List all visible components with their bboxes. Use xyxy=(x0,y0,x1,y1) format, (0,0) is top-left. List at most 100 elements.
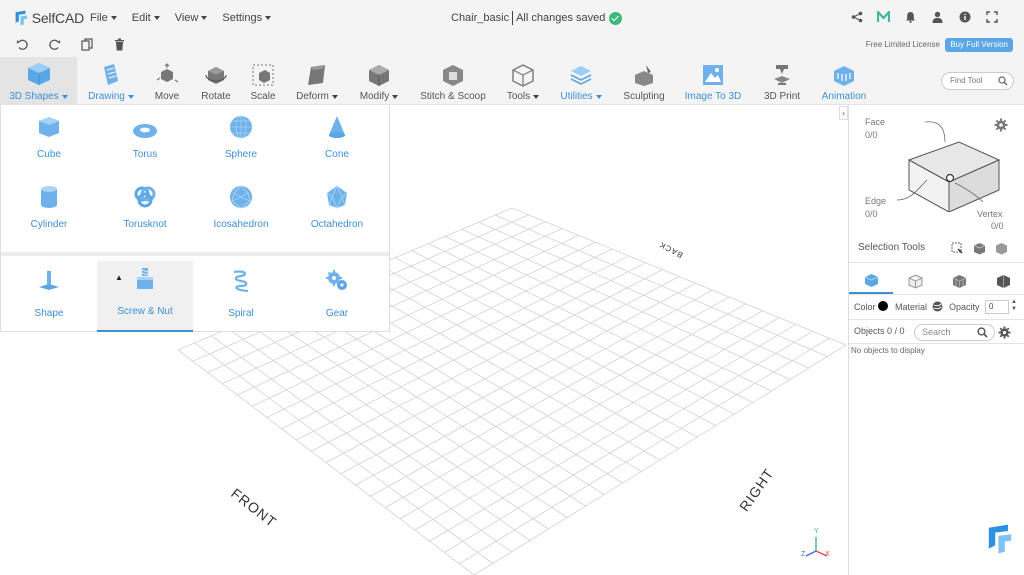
stitch-icon xyxy=(443,65,463,86)
menu-bar: SelfCAD File Edit View Settings Chair_ba… xyxy=(0,0,1024,35)
grid-line xyxy=(495,214,828,357)
search-icon[interactable] xyxy=(977,327,988,338)
spiral-icon xyxy=(233,270,249,293)
user-icon[interactable] xyxy=(931,10,944,23)
icosahedron-icon xyxy=(230,185,252,209)
shape-cone[interactable]: Cone xyxy=(289,111,385,160)
shape-cube[interactable]: Cube xyxy=(1,111,97,160)
menu-view[interactable]: View xyxy=(175,12,208,24)
objects-settings-gear-icon[interactable] xyxy=(998,326,1011,339)
mesh-cube-icon xyxy=(952,274,966,288)
divider xyxy=(849,319,1024,320)
tool-animation[interactable]: Animation xyxy=(818,57,870,105)
shape-custom-shape[interactable]: Shape xyxy=(1,265,97,332)
shape-octahedron[interactable]: Octahedron xyxy=(289,181,385,230)
check-icon xyxy=(609,11,623,25)
select-cube-icon[interactable] xyxy=(973,242,986,255)
shape-sphere[interactable]: Sphere xyxy=(193,111,289,160)
shape-cylinder[interactable]: Cylinder xyxy=(1,181,97,230)
shape-spiral[interactable]: Spiral xyxy=(193,265,289,332)
selfcad-logo-icon xyxy=(15,10,28,25)
octahedron-icon xyxy=(326,185,348,209)
tool-scale[interactable]: Scale xyxy=(244,57,282,105)
chevron-down-icon xyxy=(595,94,602,99)
shape-label: Cube xyxy=(37,149,61,160)
tool-modify[interactable]: Modify xyxy=(355,57,403,105)
select-solid-icon[interactable] xyxy=(995,242,1008,255)
collapse-panel-button[interactable]: › xyxy=(839,106,848,120)
tool-3d-shapes[interactable]: 3D Shapes xyxy=(0,57,77,105)
shape-torus[interactable]: Torus xyxy=(97,111,193,160)
tab-object-mode[interactable] xyxy=(849,268,893,294)
menu-file[interactable]: File xyxy=(90,12,117,24)
share-icon[interactable] xyxy=(850,10,863,23)
opacity-input[interactable]: 0 xyxy=(985,300,1009,314)
selfcad-watermark-icon xyxy=(988,524,1012,554)
myminifactory-icon[interactable] xyxy=(877,10,890,23)
info-icon[interactable] xyxy=(958,10,971,23)
copy-icon[interactable] xyxy=(81,38,95,52)
tool-deform[interactable]: Deform xyxy=(292,57,342,105)
menu-edit[interactable]: Edit xyxy=(132,12,160,24)
tab-mesh-mode[interactable] xyxy=(937,268,981,294)
save-status: All changes saved xyxy=(516,12,606,24)
trash-icon[interactable] xyxy=(114,38,128,52)
app-name: SelfCAD xyxy=(31,9,84,26)
grid-line xyxy=(444,330,813,553)
shapes-dropdown: Cube Torus Sphere Cone Cylinder Toruskno… xyxy=(0,105,390,332)
shape-screw-nut[interactable]: ▲ Screw & Nut xyxy=(97,261,193,332)
material-icon[interactable] xyxy=(932,301,943,312)
shape-icosahedron[interactable]: Icosahedron xyxy=(193,181,289,230)
tab-solid-mode[interactable] xyxy=(981,268,1024,294)
redo-icon[interactable] xyxy=(48,38,62,52)
undo-icon[interactable] xyxy=(16,38,30,52)
scale-icon xyxy=(252,64,274,86)
tool-utilities[interactable]: Utilities xyxy=(557,57,605,105)
tool-rotate[interactable]: Rotate xyxy=(196,57,236,105)
project-name[interactable]: Chair_basic xyxy=(451,12,509,24)
tool-move-label: Move xyxy=(154,91,180,102)
buy-full-version-button[interactable]: Buy Full Version xyxy=(945,38,1013,52)
tab-wireframe-mode[interactable] xyxy=(893,268,937,294)
tool-stitch-scoop[interactable]: Stitch & Scoop xyxy=(418,57,488,105)
tool-tools[interactable]: Tools xyxy=(503,57,543,105)
fullscreen-icon[interactable] xyxy=(985,10,998,23)
tool-3d-print[interactable]: 3D Print xyxy=(760,57,804,105)
image-icon xyxy=(703,65,723,85)
chevron-down-icon xyxy=(392,94,399,99)
color-label: Color xyxy=(854,302,876,312)
divider xyxy=(849,343,1024,344)
shape-label: Torus xyxy=(132,149,158,160)
tool-sculpting[interactable]: Sculpting xyxy=(620,57,668,105)
bell-icon[interactable] xyxy=(904,10,917,23)
tool-move[interactable]: Move xyxy=(147,57,187,105)
right-panel: Face 0/0 Edge 0/0 Vertex 0/0 Selection T… xyxy=(848,105,1024,575)
app-logo[interactable]: SelfCAD xyxy=(14,8,84,28)
grid-line xyxy=(473,344,847,575)
shape-gear[interactable]: Gear xyxy=(289,265,385,332)
color-swatch[interactable] xyxy=(878,301,888,311)
shape-label: Icosahedron xyxy=(213,219,269,230)
chevron-down-icon xyxy=(127,94,134,99)
menu-file-label: File xyxy=(90,11,108,24)
modify-icon xyxy=(369,65,389,86)
tools-icon xyxy=(512,64,534,87)
cylinder-icon xyxy=(41,186,57,208)
find-tool-input[interactable]: Find Tool xyxy=(941,72,1014,90)
selection-cube-icon[interactable] xyxy=(889,120,1004,212)
tool-rotate-label: Rotate xyxy=(201,91,231,102)
project-status: Chair_basic All changes saved xyxy=(451,11,623,25)
tool-image-to-3d[interactable]: Image To 3D xyxy=(682,57,744,105)
search-placeholder: Search xyxy=(922,327,951,337)
shape-torusknot[interactable]: Torusknot xyxy=(97,181,193,230)
tool-drawing[interactable]: Drawing xyxy=(84,57,138,105)
tool-utilities-label: Utilities xyxy=(560,91,593,102)
shape-label: Shape xyxy=(34,308,64,319)
box-select-icon[interactable] xyxy=(951,242,963,254)
tool-image-to-3d-label: Image To 3D xyxy=(684,91,742,102)
opacity-stepper-icon[interactable]: ▲ ▼ xyxy=(1011,299,1017,313)
shape-icon xyxy=(39,271,59,290)
menu-settings[interactable]: Settings xyxy=(222,12,272,24)
shape-label: Gear xyxy=(325,308,349,319)
empty-objects-text: No objects to display xyxy=(851,346,925,355)
